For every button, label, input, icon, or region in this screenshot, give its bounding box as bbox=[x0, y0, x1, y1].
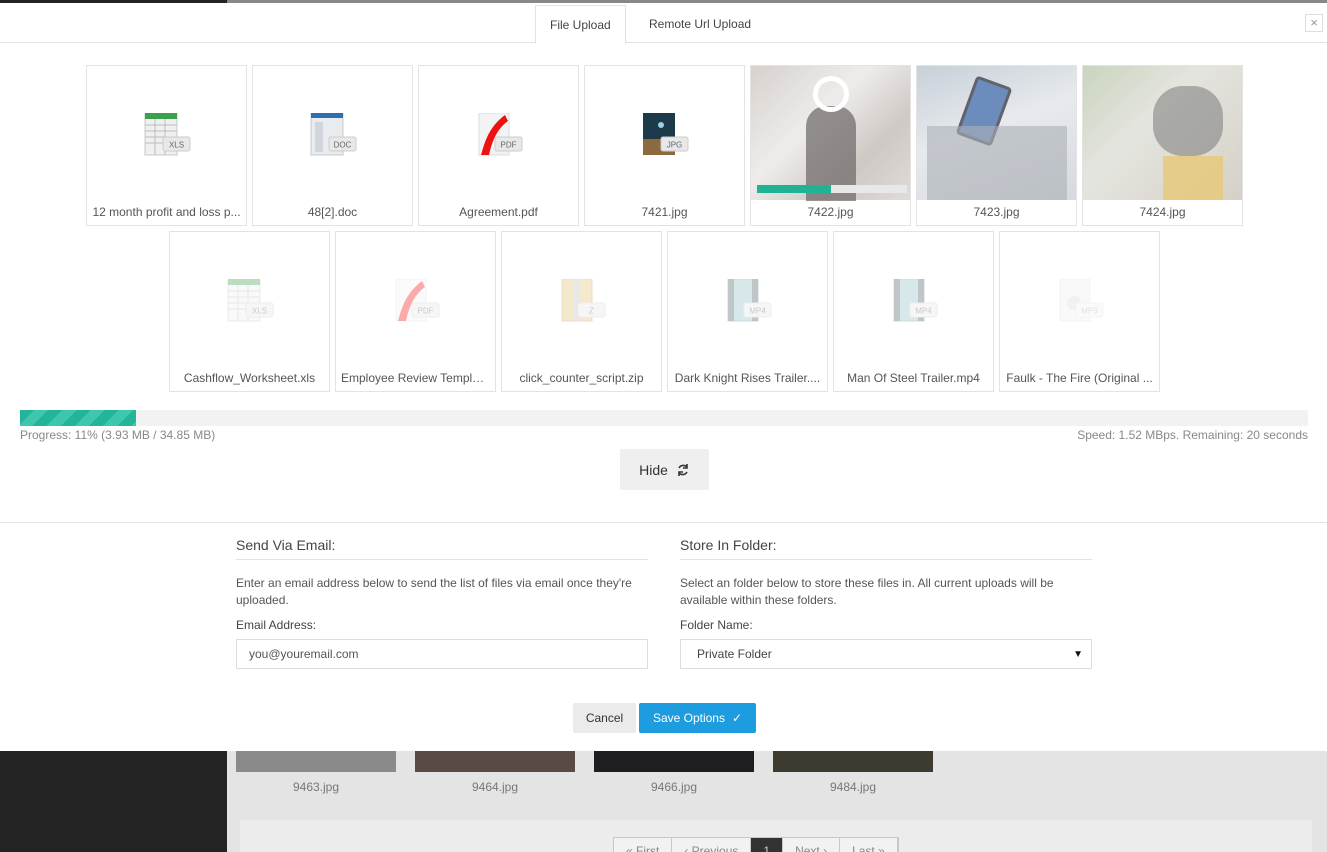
file-name: 12 month profit and loss p... bbox=[92, 205, 241, 219]
svg-text:XLS: XLS bbox=[169, 141, 184, 150]
email-field[interactable] bbox=[236, 639, 648, 669]
file-name: Agreement.pdf bbox=[459, 205, 538, 219]
file-name: Cashflow_Worksheet.xls bbox=[183, 371, 316, 385]
hide-label: Hide bbox=[639, 461, 668, 478]
email-section: Send Via Email: Enter an email address b… bbox=[236, 537, 648, 669]
background-thumb-name: 9464.jpg bbox=[471, 780, 519, 794]
file-name: 7423.jpg bbox=[973, 205, 1020, 219]
tab-file-upload[interactable]: File Upload bbox=[535, 5, 626, 44]
file-upload-progress-fill bbox=[757, 185, 831, 193]
email-label: Email Address: bbox=[236, 618, 317, 632]
background-thumb[interactable] bbox=[415, 751, 575, 772]
file-tile[interactable]: 7422.jpg bbox=[750, 65, 911, 226]
background-thumb[interactable] bbox=[773, 751, 933, 772]
file-tile[interactable]: PDF Agreement.pdf bbox=[418, 65, 579, 226]
file-tile[interactable]: JPG 7421.jpg bbox=[584, 65, 745, 226]
file-name: 7424.jpg bbox=[1139, 205, 1186, 219]
email-section-description: Enter an email address below to send the… bbox=[236, 576, 632, 607]
pdf-file-icon: PDF bbox=[478, 113, 523, 156]
file-tile[interactable]: XLS 12 month profit and loss p... bbox=[86, 65, 247, 226]
pager-last[interactable]: Last » bbox=[840, 838, 898, 852]
svg-text:JPG: JPG bbox=[667, 141, 683, 150]
file-name: 48[2].doc bbox=[307, 205, 358, 219]
file-tile[interactable]: 7424.jpg bbox=[1082, 65, 1243, 226]
folder-section: Store In Folder: Select an folder below … bbox=[680, 537, 1092, 669]
photo-thumbnail bbox=[751, 66, 910, 201]
svg-text:DOC: DOC bbox=[334, 141, 352, 150]
folder-section-description: Select an folder below to store these fi… bbox=[680, 576, 1054, 607]
overall-progress-fill bbox=[20, 410, 136, 426]
file-tile[interactable]: Z click_counter_script.zip bbox=[501, 231, 662, 392]
pager-first[interactable]: « First bbox=[614, 838, 673, 852]
file-grid-row: XLS 12 month profit and loss p... DOC 48… bbox=[86, 65, 1243, 226]
file-tile[interactable]: PDF Employee Review Templat... bbox=[335, 231, 496, 392]
hide-button[interactable]: Hide bbox=[620, 449, 709, 490]
file-name: click_counter_script.zip bbox=[519, 371, 644, 385]
cancel-button[interactable]: Cancel bbox=[573, 703, 636, 733]
svg-text:MP3: MP3 bbox=[1081, 307, 1098, 316]
mp4-file-icon: MP4 bbox=[893, 279, 938, 322]
pager-page[interactable]: 1 bbox=[751, 838, 784, 852]
file-upload-progress bbox=[757, 185, 907, 193]
checkmark-icon: ✓ bbox=[731, 711, 743, 725]
doc-file-icon: DOC bbox=[310, 113, 357, 156]
folder-select[interactable]: Private Folder ▼ bbox=[680, 639, 1092, 669]
jpg-file-icon: JPG bbox=[643, 113, 689, 155]
folder-select-value: Private Folder bbox=[697, 647, 772, 661]
overall-progress-bar bbox=[20, 410, 1308, 426]
upload-modal: File Upload Remote Url Upload × XLS 12 m… bbox=[0, 3, 1327, 751]
svg-text:PDF: PDF bbox=[501, 141, 517, 150]
file-name: 7422.jpg bbox=[807, 205, 854, 219]
svg-text:XLS: XLS bbox=[252, 307, 267, 316]
file-tile[interactable]: DOC 48[2].doc bbox=[252, 65, 413, 226]
svg-text:MP4: MP4 bbox=[915, 307, 932, 316]
refresh-icon bbox=[678, 463, 688, 476]
folder-label: Folder Name: bbox=[680, 618, 753, 632]
tab-remote-url-upload[interactable]: Remote Url Upload bbox=[635, 5, 765, 44]
file-tile[interactable]: 7423.jpg bbox=[916, 65, 1077, 226]
file-tile[interactable]: MP4 Dark Knight Rises Trailer.... bbox=[667, 231, 828, 392]
mp3-file-icon: MP3 bbox=[1059, 279, 1104, 322]
photo-thumbnail bbox=[917, 66, 1076, 200]
file-name: Dark Knight Rises Trailer.... bbox=[674, 371, 821, 385]
email-section-title: Send Via Email: bbox=[236, 537, 648, 560]
background-thumb[interactable] bbox=[594, 751, 754, 772]
svg-text:MP4: MP4 bbox=[749, 307, 766, 316]
file-name: Man Of Steel Trailer.mp4 bbox=[847, 371, 980, 385]
background-thumb-name: 9463.jpg bbox=[292, 780, 340, 794]
xls-file-icon: XLS bbox=[144, 113, 191, 156]
file-name: Faulk - The Fire (Original ... bbox=[1006, 371, 1153, 385]
save-options-button[interactable]: Save Options ✓ bbox=[639, 703, 756, 733]
pager-next[interactable]: Next › bbox=[783, 838, 841, 852]
file-name: 7421.jpg bbox=[641, 205, 688, 219]
file-tile[interactable]: MP4 Man Of Steel Trailer.mp4 bbox=[833, 231, 994, 392]
file-name: Employee Review Templat... bbox=[341, 371, 493, 385]
file-grid-row: XLS Cashflow_Worksheet.xls PDF Employee … bbox=[169, 231, 1160, 392]
file-tile[interactable]: MP3 Faulk - The Fire (Original ... bbox=[999, 231, 1160, 392]
background-pagination: « First ‹ Previous 1 Next › Last » bbox=[613, 837, 899, 852]
progress-text: Progress: 11% (3.93 MB / 34.85 MB) bbox=[20, 428, 216, 442]
background-thumb-name: 9484.jpg bbox=[829, 780, 877, 794]
mp4-file-icon: MP4 bbox=[727, 279, 772, 322]
svg-text:Z: Z bbox=[589, 307, 594, 316]
pager-previous[interactable]: ‹ Previous bbox=[672, 838, 752, 852]
pdf-file-icon: PDF bbox=[395, 279, 440, 322]
upload-options: Send Via Email: Enter an email address b… bbox=[0, 522, 1327, 751]
background-thumb-name: 9466.jpg bbox=[650, 780, 698, 794]
caret-down-icon: ▼ bbox=[1073, 648, 1083, 660]
folder-section-title: Store In Folder: bbox=[680, 537, 1092, 560]
svg-text:PDF: PDF bbox=[418, 307, 434, 316]
file-tile[interactable]: XLS Cashflow_Worksheet.xls bbox=[169, 231, 330, 392]
zip-file-icon: Z bbox=[561, 279, 606, 322]
xls-file-icon: XLS bbox=[227, 279, 274, 322]
close-icon[interactable]: × bbox=[1305, 14, 1323, 32]
speed-text: Speed: 1.52 MBps. Remaining: 20 seconds bbox=[1077, 428, 1308, 442]
modal-tabs: File Upload Remote Url Upload × bbox=[0, 3, 1327, 44]
photo-thumbnail bbox=[1083, 66, 1242, 200]
save-options-label: Save Options bbox=[652, 711, 725, 725]
background-thumb[interactable] bbox=[236, 751, 396, 772]
